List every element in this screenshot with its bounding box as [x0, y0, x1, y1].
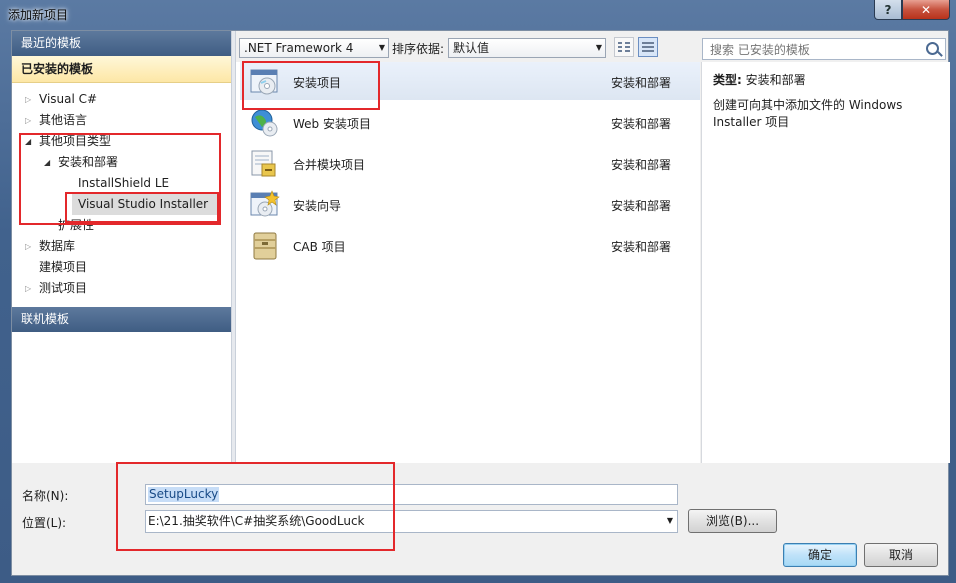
help-button[interactable]: ? — [874, 0, 902, 20]
type-label: 类型: — [713, 73, 742, 87]
title-buttons: ? ✕ — [874, 0, 950, 20]
chevron-down-icon: ▼ — [595, 43, 602, 52]
framework-dropdown[interactable]: .NET Framework 4 ▼ — [239, 38, 389, 58]
window-title: 添加新项目 — [8, 8, 69, 22]
template-description: 创建可向其中添加文件的 Windows Installer 项目 — [713, 98, 903, 129]
sort-dropdown[interactable]: 默认值 ▼ — [448, 38, 606, 58]
title-bar: 添加新项目 ? ✕ — [0, 0, 956, 28]
name-label: 名称(N): — [22, 489, 69, 503]
template-row[interactable]: 安装向导 安装和部署 — [240, 185, 700, 223]
tree-expand-icon[interactable]: ▷ — [25, 110, 31, 131]
template-name: Web 安装项目 — [293, 117, 371, 131]
framework-value: .NET Framework 4 — [244, 41, 354, 55]
template-name: 合并模块项目 — [293, 158, 366, 172]
template-category: 安装和部署 — [611, 158, 672, 172]
recent-templates-header[interactable]: 最近的模板 — [12, 31, 231, 56]
tree-item[interactable]: ▷ 测试项目 — [12, 278, 231, 299]
tree-expand-icon[interactable]: ▷ — [25, 236, 31, 257]
template-name: 安装向导 — [293, 199, 342, 213]
setup-wizard-icon — [250, 190, 280, 220]
chevron-down-icon[interactable]: ▼ — [667, 511, 673, 531]
cab-project-icon — [250, 231, 280, 261]
tree-expand-icon[interactable]: ▷ — [25, 89, 31, 110]
installed-templates-header[interactable]: 已安装的模板 — [12, 56, 231, 83]
small-icons-view-button[interactable] — [614, 37, 634, 57]
cancel-button[interactable]: 取消 — [864, 543, 938, 567]
sort-label: 排序依据: — [392, 42, 445, 56]
template-row[interactable]: 合并模块项目 安装和部署 — [240, 144, 700, 182]
highlight-box-name-location — [116, 462, 395, 551]
tree-item-label: 其他语言 — [39, 113, 88, 127]
tree-item-label: 建模项目 — [39, 260, 88, 274]
template-category: 安装和部署 — [611, 117, 672, 131]
template-name: CAB 项目 — [293, 240, 346, 254]
ok-button[interactable]: 确定 — [783, 543, 857, 567]
type-value: 安装和部署 — [745, 73, 806, 87]
tree-item[interactable]: ▷ 数据库 — [12, 236, 231, 257]
tree-item-label: 测试项目 — [39, 281, 88, 295]
close-button[interactable]: ✕ — [902, 0, 950, 20]
template-category: 安装和部署 — [611, 199, 672, 213]
search-input[interactable] — [708, 40, 922, 60]
dialog-window: 添加新项目 ? ✕ 最近的模板 已安装的模板 ▷ Visual C# ▷ 其他语言 ◢ 其… — [0, 0, 956, 583]
details-view-button[interactable] — [638, 37, 658, 57]
online-templates-header[interactable]: 联机模板 — [12, 307, 240, 332]
highlight-box-vs-installer — [65, 192, 219, 223]
search-icon[interactable] — [926, 42, 939, 55]
template-category: 安装和部署 — [611, 240, 672, 254]
template-category: 安装和部署 — [611, 76, 672, 90]
tree-item-label: Visual C# — [39, 92, 98, 106]
tree-item[interactable]: ▷ 其他语言 — [12, 110, 231, 131]
search-box[interactable] — [702, 38, 946, 60]
template-navigation: 最近的模板 已安装的模板 ▷ Visual C# ▷ 其他语言 ◢ 其他项目类型 ◢ 安装和部… — [12, 31, 240, 463]
web-setup-project-icon — [250, 108, 280, 138]
tree-expand-icon[interactable]: ▷ — [25, 278, 31, 299]
template-list: 安装项目 安装和部署 Web 安装项目 安装和部署 合并模块项目 安装和部署 安装向导 安装和… — [236, 62, 700, 463]
sort-value: 默认值 — [453, 41, 490, 55]
location-label: 位置(L): — [22, 516, 67, 530]
template-details: 类型: 安装和部署 创建可向其中添加文件的 Windows Installer … — [701, 62, 950, 463]
tree-item-label: 数据库 — [39, 239, 76, 253]
merge-module-icon — [250, 149, 280, 179]
toolbar: .NET Framework 4 ▼ 排序依据: 默认值 ▼ — [236, 31, 950, 61]
tree-item[interactable]: ▷ Visual C# — [12, 89, 231, 110]
highlight-box-setup-project — [242, 61, 380, 110]
browse-button[interactable]: 浏览(B)... — [688, 509, 777, 533]
template-row[interactable]: CAB 项目 安装和部署 — [240, 226, 700, 264]
tree-item[interactable]: 建模项目 — [12, 257, 231, 278]
chevron-down-icon: ▼ — [378, 43, 385, 52]
